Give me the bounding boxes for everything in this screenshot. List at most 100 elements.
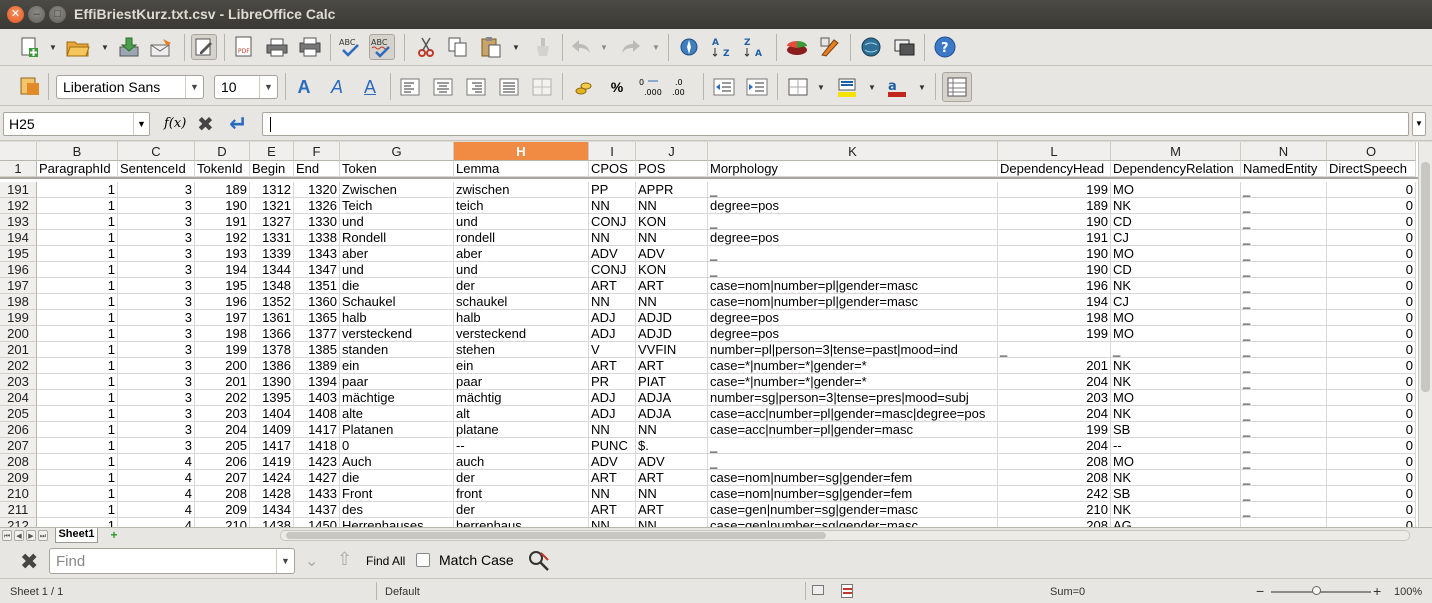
table-cell[interactable]: 3 — [118, 262, 195, 278]
table-cell[interactable]: 189 — [998, 198, 1111, 214]
font-size-dropdown-icon[interactable]: ▼ — [259, 76, 277, 98]
name-box-dropdown-icon[interactable]: ▼ — [133, 113, 149, 135]
accept-icon[interactable]: ↵ — [229, 111, 247, 137]
table-cell[interactable]: _ — [1241, 470, 1327, 486]
table-cell[interactable]: AG — [1111, 518, 1241, 527]
table-cell[interactable]: ADV — [636, 246, 708, 262]
table-cell[interactable]: 1338 — [294, 230, 340, 246]
table-cell[interactable]: SB — [1111, 486, 1241, 502]
table-cell[interactable]: NN — [589, 422, 636, 438]
table-cell[interactable]: _ — [1241, 358, 1327, 374]
table-cell[interactable]: 1394 — [294, 374, 340, 390]
table-cell[interactable]: ART — [636, 470, 708, 486]
row-header[interactable]: 194 — [0, 230, 37, 246]
table-cell[interactable]: 1 — [37, 358, 118, 374]
table-cell[interactable]: CONJ — [589, 262, 636, 278]
table-cell[interactable]: 203 — [195, 406, 250, 422]
new-icon[interactable] — [16, 34, 42, 60]
table-cell[interactable]: 4 — [118, 470, 195, 486]
table-cell[interactable]: 3 — [118, 294, 195, 310]
table-cell[interactable]: _ — [708, 438, 998, 454]
table-cell[interactable]: degree=pos — [708, 310, 998, 326]
table-cell[interactable]: und — [454, 214, 589, 230]
table-cell[interactable]: NK — [1111, 470, 1241, 486]
table-cell[interactable]: 1343 — [294, 246, 340, 262]
table-cell[interactable]: ART — [636, 278, 708, 294]
table-cell[interactable]: 208 — [998, 454, 1111, 470]
name-box[interactable]: H25 ▼ — [3, 112, 150, 136]
spreadsheet-grid[interactable]: B C D E F G H I J K L M N O 1 ParagraphId SentenceId Toke… — [0, 142, 1418, 527]
table-cell[interactable]: 202 — [195, 390, 250, 406]
table-cell[interactable]: ADJ — [589, 326, 636, 342]
table-cell[interactable]: platane — [454, 422, 589, 438]
table-cell[interactable]: _ — [998, 342, 1111, 358]
save-icon[interactable] — [116, 34, 142, 60]
table-cell[interactable]: mächtig — [454, 390, 589, 406]
table-cell[interactable]: 207 — [195, 470, 250, 486]
table-cell[interactable]: 1 — [37, 518, 118, 527]
table-cell[interactable]: _ — [1241, 486, 1327, 502]
copy-icon[interactable] — [445, 34, 471, 60]
table-cell[interactable]: 3 — [118, 278, 195, 294]
table-cell[interactable]: 1 — [37, 214, 118, 230]
gallery-icon[interactable] — [858, 34, 884, 60]
close-find-icon[interactable]: ✖ — [20, 549, 38, 575]
formula-input[interactable] — [262, 112, 1409, 136]
table-cell[interactable]: des — [340, 502, 454, 518]
column-header-k[interactable]: K — [708, 142, 998, 161]
row-header[interactable]: 205 — [0, 406, 37, 422]
background-color-dropdown-icon[interactable]: ▼ — [868, 83, 876, 92]
table-cell[interactable]: ADV — [589, 454, 636, 470]
table-cell[interactable]: 206 — [195, 454, 250, 470]
table-cell[interactable]: _ — [1241, 422, 1327, 438]
table-cell[interactable]: 0 — [1327, 214, 1416, 230]
percent-icon[interactable]: % — [604, 74, 630, 100]
spellcheck-icon[interactable]: ABC — [337, 34, 363, 60]
table-cell[interactable]: ADJ — [589, 310, 636, 326]
table-cell[interactable]: 1378 — [250, 342, 294, 358]
table-cell[interactable]: NK — [1111, 198, 1241, 214]
table-cell[interactable]: der — [454, 502, 589, 518]
table-cell[interactable]: 1433 — [294, 486, 340, 502]
table-cell[interactable]: 0 — [340, 438, 454, 454]
table-cell[interactable]: zwischen — [454, 182, 589, 198]
header-cell[interactable]: Begin — [250, 161, 294, 177]
cut-icon[interactable] — [413, 34, 439, 60]
table-cell[interactable]: 1 — [37, 374, 118, 390]
table-cell[interactable]: 4 — [118, 502, 195, 518]
font-color-icon[interactable]: a — [884, 74, 910, 100]
table-cell[interactable]: APPR — [636, 182, 708, 198]
column-header-g[interactable]: G — [340, 142, 454, 161]
table-cell[interactable]: _ — [708, 182, 998, 198]
table-cell[interactable]: ADJD — [636, 326, 708, 342]
table-cell[interactable]: 0 — [1327, 486, 1416, 502]
table-cell[interactable]: 1437 — [294, 502, 340, 518]
table-cell[interactable]: KON — [636, 214, 708, 230]
table-cell[interactable]: 3 — [118, 342, 195, 358]
styles-icon[interactable] — [17, 73, 43, 99]
new-dropdown-icon[interactable]: ▼ — [49, 43, 57, 52]
table-cell[interactable]: 1347 — [294, 262, 340, 278]
table-cell[interactable]: 0 — [1327, 294, 1416, 310]
row-header[interactable]: 202 — [0, 358, 37, 374]
table-cell[interactable]: 198 — [998, 310, 1111, 326]
table-cell[interactable]: rondell — [454, 230, 589, 246]
table-cell[interactable]: _ — [1241, 262, 1327, 278]
row-header[interactable]: 196 — [0, 262, 37, 278]
table-cell[interactable]: 4 — [118, 518, 195, 527]
table-cell[interactable]: KON — [636, 262, 708, 278]
help-icon[interactable]: ? — [932, 34, 958, 60]
font-size-combo[interactable]: 10 ▼ — [214, 75, 278, 99]
column-header-l[interactable]: L — [998, 142, 1111, 161]
table-cell[interactable]: und — [340, 262, 454, 278]
table-cell[interactable]: 0 — [1327, 342, 1416, 358]
table-cell[interactable]: ART — [589, 358, 636, 374]
table-cell[interactable]: NK — [1111, 374, 1241, 390]
paste-dropdown-icon[interactable]: ▼ — [512, 43, 520, 52]
table-cell[interactable]: SB — [1111, 422, 1241, 438]
table-cell[interactable]: 0 — [1327, 390, 1416, 406]
column-header-f[interactable]: F — [294, 142, 340, 161]
table-cell[interactable]: 3 — [118, 438, 195, 454]
table-cell[interactable]: 0 — [1327, 262, 1416, 278]
underline-icon[interactable]: A — [357, 74, 383, 100]
